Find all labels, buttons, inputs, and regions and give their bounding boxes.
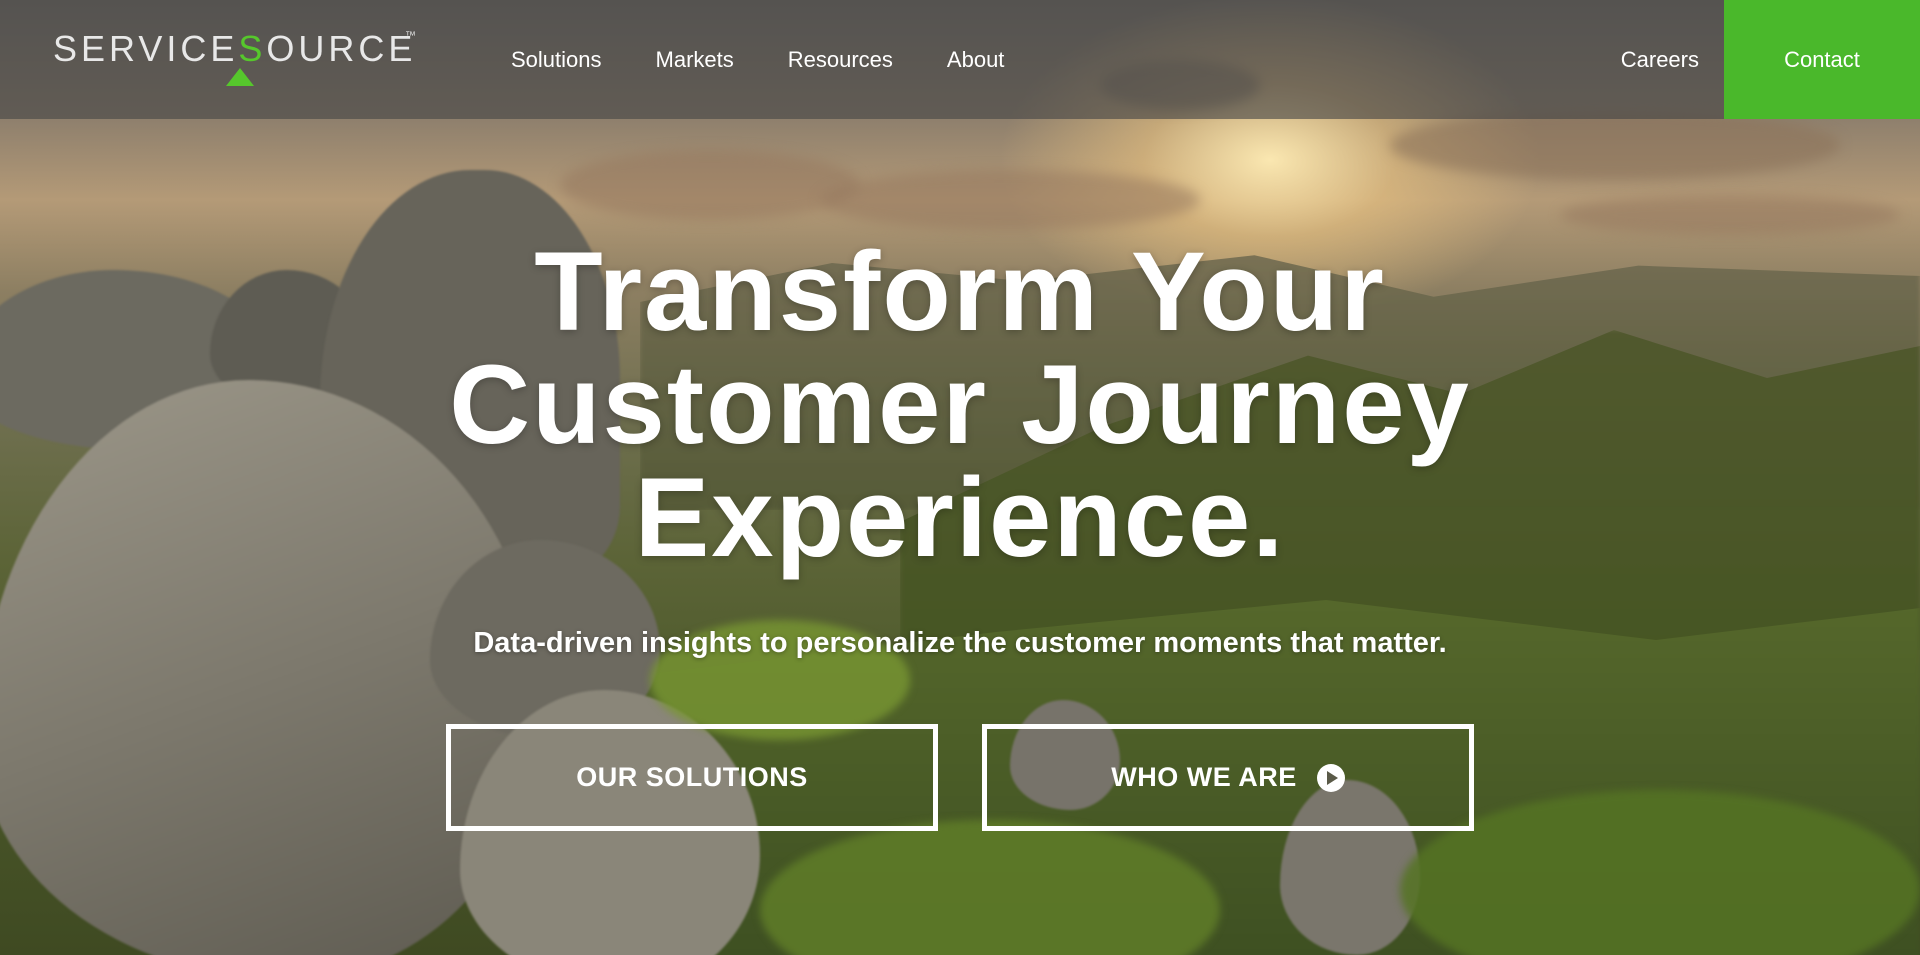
nav-item-solutions[interactable]: Solutions	[511, 47, 602, 73]
hero-title-line-1: Transform Your	[534, 229, 1386, 354]
servicesource-logo[interactable]: SERVICESOURCE ™	[53, 28, 423, 90]
nav-item-markets[interactable]: Markets	[656, 47, 734, 73]
logo-triangle-icon	[226, 68, 254, 86]
cloud	[1390, 110, 1840, 180]
play-circle-icon	[1316, 763, 1345, 792]
our-solutions-label: OUR SOLUTIONS	[576, 762, 808, 792]
who-we-are-label: WHO WE ARE	[1111, 762, 1297, 792]
site-header: SERVICESOURCE ™ Solutions Markets Resour…	[0, 0, 1920, 119]
cloud	[820, 170, 1200, 230]
hero-subtitle: Data-driven insights to personalize the …	[473, 627, 1447, 659]
cloud	[560, 150, 860, 220]
cloud	[1560, 195, 1900, 235]
logo-part2: OURCE	[266, 28, 417, 69]
hero-title: Transform Your Customer Journey Experien…	[0, 235, 1920, 574]
trademark-symbol: ™	[405, 30, 416, 42]
nav-item-resources[interactable]: Resources	[788, 47, 893, 73]
who-we-are-button[interactable]: WHO WE ARE	[982, 724, 1474, 831]
main-navigation: Solutions Markets Resources About	[511, 0, 1004, 119]
our-solutions-button[interactable]: OUR SOLUTIONS	[446, 724, 938, 831]
hero-title-line-2: Customer Journey	[449, 342, 1471, 467]
nav-item-careers[interactable]: Careers	[1621, 0, 1699, 119]
logo-wordmark: SERVICESOURCE	[53, 28, 416, 70]
logo-accent-letter: S	[238, 28, 267, 69]
nav-item-about[interactable]: About	[947, 47, 1005, 73]
contact-button[interactable]: Contact	[1724, 0, 1920, 119]
hero-title-line-3: Experience.	[634, 455, 1286, 580]
logo-part1: SERVICE	[53, 28, 239, 69]
